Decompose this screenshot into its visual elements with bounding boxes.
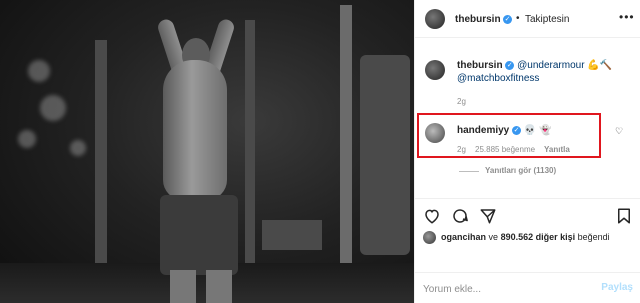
- verified-badge-icon: ✓: [503, 15, 512, 24]
- view-replies-button[interactable]: Yanıtları gör (1130): [485, 166, 556, 175]
- author-username[interactable]: thebursin: [455, 14, 501, 25]
- post-header: thebursin ✓ • Takiptesin •••: [415, 0, 640, 38]
- gym-machine: [360, 55, 410, 255]
- share-icon[interactable]: [479, 207, 497, 225]
- post-side-panel: thebursin ✓ • Takiptesin ••• thebursin ✓…: [414, 0, 640, 303]
- liked-by-connector: ve: [488, 232, 499, 242]
- caption-time: 2g: [457, 97, 466, 106]
- post-photo[interactable]: [0, 0, 414, 303]
- reply-button[interactable]: Yanıtla: [544, 145, 570, 154]
- gym-rack-post: [245, 20, 255, 303]
- comment-like-heart-icon[interactable]: ♡: [615, 126, 623, 137]
- add-comment-bar: Paylaş: [415, 272, 640, 303]
- post-comment-button[interactable]: Paylaş: [601, 282, 633, 293]
- caption-username[interactable]: thebursin: [457, 60, 503, 71]
- liked-by-suffix: beğendi: [577, 232, 610, 242]
- comment-input[interactable]: [423, 281, 583, 297]
- athlete-torso: [163, 60, 227, 200]
- instagram-post-view: thebursin ✓ • Takiptesin ••• thebursin ✓…: [0, 0, 640, 303]
- verified-badge-icon: ✓: [512, 125, 522, 135]
- comment-icon[interactable]: [451, 207, 469, 225]
- ellipsis-icon[interactable]: •••: [619, 10, 635, 24]
- mention-link[interactable]: @underarmour: [517, 60, 584, 71]
- likes-count-link[interactable]: 890.562 diğer kişi: [501, 232, 576, 242]
- caption-emoji: 💪🔨: [587, 60, 613, 71]
- bokeh-light: [70, 140, 86, 156]
- gym-rack-post: [340, 5, 352, 303]
- comment-text: handemiyy ✓ 💀 👻: [457, 124, 552, 137]
- caption-avatar[interactable]: [425, 60, 445, 80]
- heart-icon[interactable]: [423, 207, 441, 225]
- post-actions-bar: [415, 198, 640, 230]
- athlete-leg: [170, 270, 196, 303]
- liker-username[interactable]: ogancihan: [441, 232, 486, 242]
- gym-bench: [262, 220, 322, 250]
- comment-time: 2g: [457, 145, 466, 154]
- author-avatar[interactable]: [425, 9, 445, 29]
- verified-badge-icon: ✓: [505, 60, 515, 70]
- athlete-shorts: [160, 195, 238, 275]
- athlete-leg: [206, 270, 232, 303]
- replies-divider: [459, 171, 479, 172]
- bokeh-light: [18, 130, 36, 148]
- separator-dot: •: [516, 13, 520, 24]
- liker-avatar[interactable]: [423, 231, 436, 244]
- liked-by-row: ogancihan ve 890.562 diğer kişi beğendi: [441, 232, 610, 242]
- caption-text: thebursin ✓ @underarmour 💪🔨 @matchboxfit…: [457, 59, 637, 85]
- comment-avatar[interactable]: [425, 123, 445, 143]
- follow-status-button[interactable]: Takiptesin: [525, 14, 569, 25]
- comment-likes-count[interactable]: 25.885 beğenme: [475, 145, 535, 154]
- comment-username[interactable]: handemiyy: [457, 125, 509, 136]
- bookmark-icon[interactable]: [615, 207, 633, 225]
- comment-emojis: 💀 👻: [523, 125, 552, 136]
- bokeh-light: [28, 60, 50, 82]
- bokeh-light: [40, 95, 66, 121]
- mention-link[interactable]: @matchboxfitness: [457, 73, 539, 84]
